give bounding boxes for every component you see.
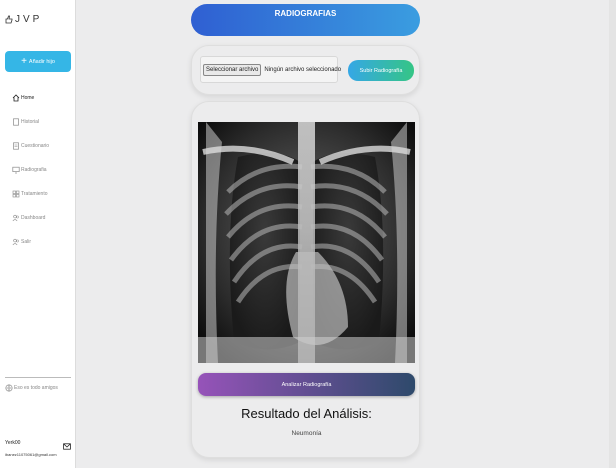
user-email: ibanez11075061@gmail.com <box>5 452 57 457</box>
sidebar-item-historial[interactable]: Historial <box>12 110 49 134</box>
user-info: Yerk00 ibanez11075061@gmail.com <box>5 440 57 457</box>
page-title: RADIOGRAFIAS <box>274 9 337 18</box>
add-child-label: Añadir hijo <box>28 58 55 65</box>
sidebar-item-label: Salir <box>21 239 32 245</box>
sidebar-item-dashboard[interactable]: Dashboard <box>12 206 49 230</box>
result-card: Analizar Radiografía Resultado del Análi… <box>191 101 420 458</box>
sidebar-item-label: Radiografia <box>21 167 47 173</box>
sidebar-item-salir[interactable]: Salir <box>12 230 49 254</box>
home-icon <box>12 94 20 102</box>
users-icon <box>12 214 19 222</box>
sidebar-item-label: Historial <box>21 119 40 125</box>
result-title: Resultado del Análisis: <box>241 406 372 421</box>
analyze-xray-button[interactable]: Analizar Radiografía <box>198 373 415 396</box>
plus-icon: + <box>21 55 27 67</box>
upload-card: Seleccionar archivo Ningún archivo selec… <box>191 45 420 95</box>
document-icon <box>13 142 19 150</box>
add-child-button[interactable]: + Añadir hijo <box>5 51 71 72</box>
sidebar-item-label: Tratamiento <box>21 191 48 197</box>
file-input[interactable]: Seleccionar archivo Ningún archivo selec… <box>200 56 342 83</box>
app-logo[interactable]: JVP <box>5 14 42 25</box>
users-icon <box>12 238 19 246</box>
result-value: Neumonía <box>291 430 322 437</box>
file-status: Ningún archivo seleccionado <box>264 66 342 73</box>
sidebar-item-label: Dashboard <box>21 215 46 221</box>
monitor-icon <box>12 166 20 174</box>
globe-icon <box>5 384 13 392</box>
sidebar-item-label: Cuestionario <box>21 143 50 149</box>
language-label: Eso es todo amigos <box>14 385 58 391</box>
sidebar-nav: Home Historial Cuestionario Radiografia … <box>12 86 49 254</box>
sidebar-item-cuestionario[interactable]: Cuestionario <box>12 134 49 158</box>
sidebar-item-home[interactable]: Home <box>12 86 49 110</box>
sidebar-item-label: Home <box>21 95 35 101</box>
page-scrollbar[interactable] <box>609 0 616 468</box>
grid-icon <box>12 190 20 198</box>
choose-file-button[interactable]: Seleccionar archivo <box>203 63 262 76</box>
hand-icon <box>5 15 13 24</box>
page-header: RADIOGRAFIAS <box>191 4 420 36</box>
sidebar-divider <box>5 377 71 378</box>
document-icon <box>13 118 19 126</box>
sidebar-item-tratamiento[interactable]: Tratamiento <box>12 182 49 206</box>
sidebar: JVP + Añadir hijo Home Historial Cuestio… <box>0 0 76 468</box>
xray-image <box>198 122 415 363</box>
user-name: Yerk00 <box>5 440 21 446</box>
logo-text: JVP <box>15 14 43 25</box>
mail-icon[interactable] <box>63 443 71 450</box>
sidebar-item-radiografia[interactable]: Radiografia <box>12 158 49 182</box>
language-selector[interactable]: Eso es todo amigos <box>5 384 58 392</box>
upload-xray-button[interactable]: Subir Radiografía <box>348 60 414 81</box>
